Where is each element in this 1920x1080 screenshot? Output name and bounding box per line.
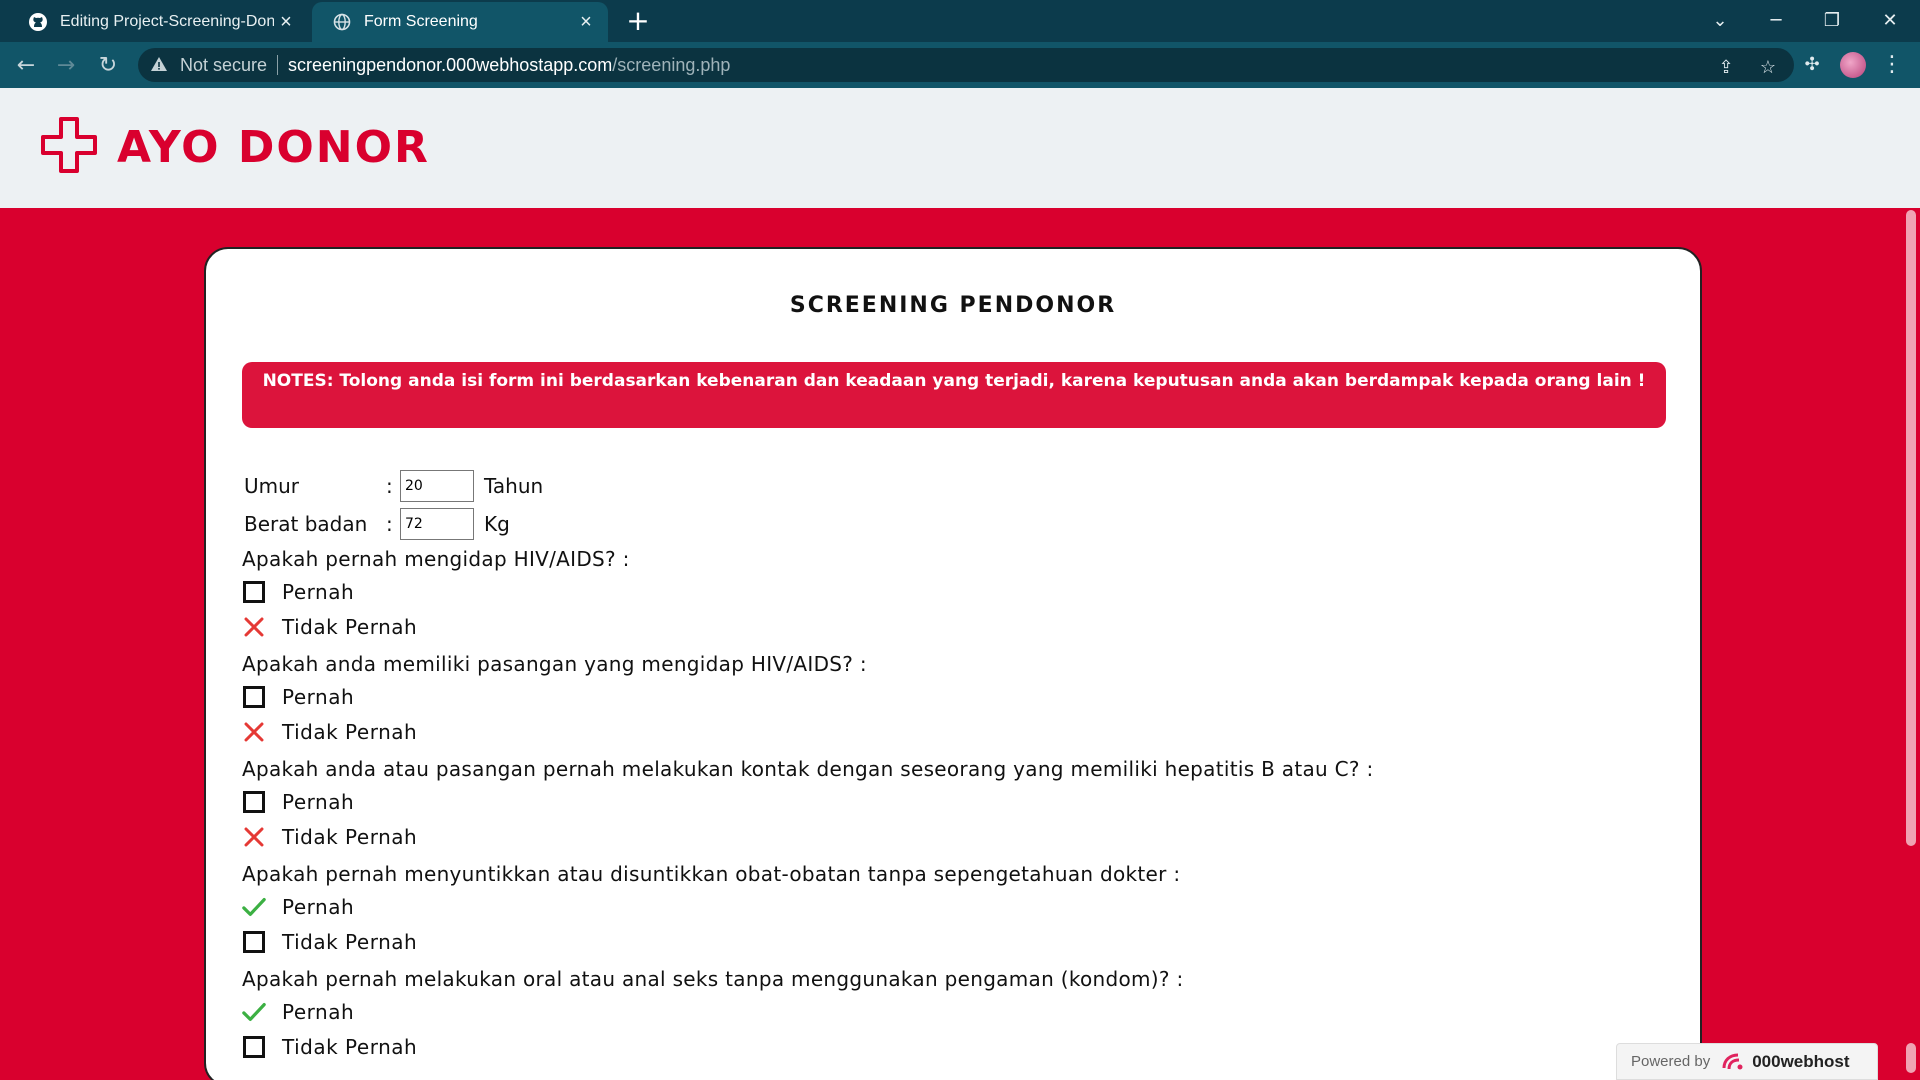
browser-menu-icon[interactable]: ⋮ [1880,50,1904,80]
scrollbar-thumb-lower[interactable] [1906,1043,1916,1073]
tab-search-icon[interactable]: ⌄ [1700,4,1740,38]
checkbox-empty[interactable] [242,930,266,954]
bookmark-star-icon[interactable]: ☆ [1756,55,1780,79]
option-pernah[interactable]: Pernah [242,577,354,607]
option-label: Tidak Pernah [282,1035,418,1059]
tab-editing-project[interactable]: Editing Project-Screening-Donor × [8,2,308,42]
webhost-logo-icon [1720,1052,1746,1072]
option-tidak-pernah[interactable]: Tidak Pernah [242,1032,417,1062]
browser-toolbar: ← → ↻ Not secure screeningpendonor.000we… [0,42,1920,88]
red-cross-logo-icon [41,117,97,173]
option-tidak-pernah[interactable]: Tidak Pernah [242,612,417,642]
option-tidak-pernah[interactable]: Tidak Pernah [242,927,417,957]
browser-tab-bar: Editing Project-Screening-Donor × Form S… [0,0,1920,42]
minimize-icon[interactable]: ─ [1756,4,1796,38]
page-scrollbar[interactable] [1903,208,1920,1080]
forward-arrow-icon[interactable]: → [50,50,82,82]
age-unit: Tahun [484,474,544,498]
powered-by-label: Powered by [1631,1053,1711,1070]
tab-title: Editing Project-Screening-Donor [60,13,274,30]
age-input[interactable] [400,470,474,502]
option-tidak-pernah[interactable]: Tidak Pernah [242,822,417,852]
option-pernah[interactable]: Pernah [242,682,354,712]
security-label[interactable]: Not secure [180,55,267,76]
globe-icon [332,12,352,32]
share-icon[interactable]: ⇪ [1714,55,1738,79]
restore-icon[interactable]: ❐ [1812,4,1852,38]
age-label: Umur [244,474,300,498]
extensions-puzzle-icon[interactable]: ✣ [1800,53,1824,77]
option-label: Pernah [282,895,355,919]
option-pernah[interactable]: Pernah [242,997,354,1027]
site-header: AYO DONOR [0,88,1920,208]
url-host: screeningpendonor.000webhostapp.com [288,54,613,75]
question-partner-hiv: Apakah anda memiliki pasangan yang mengi… [242,652,867,676]
colon: : [386,512,393,536]
webhost-brand: 000webhost [1752,1051,1850,1071]
question-hiv: Apakah pernah mengidap HIV/AIDS? : [242,547,630,571]
colon: : [386,474,393,498]
checkbox-empty[interactable] [242,1035,266,1059]
option-label: Tidak Pernah [282,615,418,639]
option-label: Pernah [282,790,355,814]
option-pernah[interactable]: Pernah [242,787,354,817]
weight-unit: Kg [484,512,510,536]
checkbox-empty[interactable] [242,685,266,709]
site-logo-text[interactable]: AYO DONOR [117,122,430,174]
option-label: Tidak Pernah [282,720,418,744]
weight-label: Berat badan [244,512,368,536]
weight-row: Berat badan : Kg [244,508,510,540]
option-label: Pernah [282,685,355,709]
option-tidak-pernah[interactable]: Tidak Pernah [242,717,417,747]
question-unprotected: Apakah pernah melakukan oral atau anal s… [242,967,1184,991]
cross-mark-icon[interactable] [242,615,266,639]
weight-input[interactable] [400,508,474,540]
new-tab-button[interactable]: + [622,6,654,38]
tab-title: Form Screening [364,13,478,30]
tab-form-screening[interactable]: Form Screening × [312,2,608,42]
close-tab-icon[interactable]: × [274,10,298,34]
option-label: Pernah [282,1000,355,1024]
separator [277,55,279,75]
warning-icon [150,55,170,75]
check-mark-icon[interactable] [242,895,266,919]
back-arrow-icon[interactable]: ← [10,50,42,82]
powered-by-badge[interactable]: Powered by 000webhost [1616,1043,1878,1080]
close-window-icon[interactable]: ✕ [1870,4,1910,38]
profile-avatar[interactable] [1840,52,1866,78]
age-row: Umur : Tahun [244,470,543,502]
form-title: SCREENING PENDONOR [789,293,1117,318]
url-path: /screening.php [612,54,731,75]
cross-mark-icon[interactable] [242,720,266,744]
checkbox-empty[interactable] [242,790,266,814]
option-label: Tidak Pernah [282,825,418,849]
option-pernah[interactable]: Pernah [242,892,354,922]
cross-mark-icon[interactable] [242,825,266,849]
notes-banner: NOTES: Tolong anda isi form ini berdasar… [242,362,1666,428]
github-icon [28,12,48,32]
scrollbar-thumb[interactable] [1906,210,1916,846]
address-bar[interactable]: Not secure screeningpendonor.000webhosta… [138,48,1794,82]
checkbox-empty[interactable] [242,580,266,604]
option-label: Tidak Pernah [282,930,418,954]
close-tab-icon[interactable]: × [574,10,598,34]
check-mark-icon[interactable] [242,1000,266,1024]
question-hepatitis: Apakah anda atau pasangan pernah melakuk… [242,757,1374,781]
option-label: Pernah [282,580,355,604]
reload-icon[interactable]: ↻ [92,50,124,82]
question-injection: Apakah pernah menyuntikkan atau disuntik… [242,862,1181,886]
screening-form-card: SCREENING PENDONOR NOTES: Tolong anda is… [204,247,1702,1080]
